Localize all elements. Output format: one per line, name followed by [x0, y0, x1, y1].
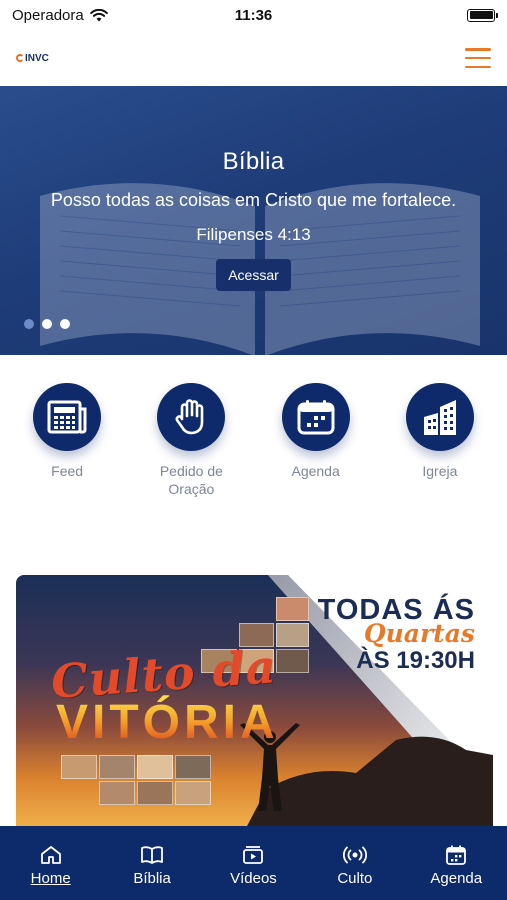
- collage-photo: [276, 649, 309, 673]
- shortcut-label: Agenda: [291, 463, 340, 479]
- app-screen: Operadora 11:36 INVC Bíblia Posso todas …: [0, 0, 507, 900]
- bottom-tab-bar: Home Bíblia Vídeos Culto Agenda: [0, 826, 507, 900]
- wifi-icon: [89, 8, 108, 21]
- video-icon: [243, 846, 264, 864]
- tab-home[interactable]: Home: [6, 844, 96, 887]
- menu-line-icon: [465, 65, 491, 68]
- tab-label: Bíblia: [133, 870, 171, 887]
- banner-line-3: ÀS 19:30H: [356, 647, 475, 674]
- shortcut-agenda[interactable]: Agenda: [261, 383, 371, 498]
- shortcut-agenda-circle: [281, 383, 350, 451]
- status-bar: Operadora 11:36: [0, 0, 507, 30]
- hero-verse: Posso todas as coisas em Cristo que me f…: [50, 190, 457, 210]
- carousel-dot-3[interactable]: [60, 319, 70, 329]
- collage-photo: [175, 781, 211, 805]
- shortcut-church-circle: [405, 383, 474, 451]
- calendar-icon: [297, 400, 335, 435]
- hamburger-menu-button[interactable]: [465, 48, 491, 68]
- shortcut-label: Feed: [51, 463, 84, 479]
- collage-photo: [61, 755, 97, 779]
- hero-verse-reference: Filipenses 4:13: [196, 225, 311, 244]
- menu-line-icon: [465, 56, 491, 60]
- tab-videos[interactable]: Vídeos: [208, 844, 298, 887]
- calendar-icon: [446, 845, 467, 865]
- access-bible-button[interactable]: Acessar: [216, 259, 291, 291]
- shortcut-prayer-circle: [157, 383, 226, 451]
- shortcut-label: Igreja: [422, 463, 458, 479]
- app-header: INVC: [0, 30, 507, 86]
- collage-photo: [99, 781, 135, 805]
- shortcut-prayer-request[interactable]: Pedido de Oração: [136, 383, 246, 498]
- home-icon: [40, 846, 61, 864]
- tab-label: Culto: [337, 870, 373, 887]
- logo-mark-icon: [16, 54, 24, 62]
- collage-photo: [137, 755, 173, 779]
- shortcut-grid: Feed Pedido de Oração Agenda Igreja: [0, 383, 507, 498]
- tab-label: Home: [30, 870, 71, 887]
- banner-title-bold: VITÓRIA: [56, 696, 279, 749]
- collage-photo: [276, 623, 309, 647]
- church-logo[interactable]: INVC: [16, 53, 49, 64]
- banner-schedule-text: TODAS ÁS Quartas ÀS 19:30H: [318, 595, 475, 675]
- status-left: Operadora: [12, 7, 108, 24]
- hero-carousel[interactable]: Bíblia Posso todas as coisas em Cristo q…: [0, 86, 507, 355]
- carrier-name: Operadora: [12, 6, 84, 24]
- carousel-dot-2[interactable]: [42, 319, 52, 329]
- shortcut-feed[interactable]: Feed: [12, 383, 122, 498]
- shortcut-feed-circle: [33, 383, 102, 451]
- hero-content: Bíblia Posso todas as coisas em Cristo q…: [0, 148, 507, 291]
- live-broadcast-icon: [342, 846, 367, 864]
- buildings-icon: [423, 400, 456, 435]
- newspaper-icon: [47, 400, 87, 434]
- menu-line-icon: [465, 48, 491, 51]
- photo-collage-bottom: [61, 755, 211, 825]
- tab-label: Vídeos: [230, 870, 277, 887]
- tab-culto[interactable]: Culto: [310, 844, 400, 887]
- raised-hand-icon: [175, 399, 204, 435]
- collage-photo: [276, 597, 309, 621]
- collage-photo: [99, 755, 135, 779]
- tab-agenda[interactable]: Agenda: [411, 844, 501, 887]
- logo-text: INVC: [25, 52, 49, 64]
- carousel-dot-1[interactable]: [24, 319, 34, 329]
- book-icon: [141, 846, 163, 864]
- hero-title: Bíblia: [222, 148, 285, 175]
- shortcut-label: Pedido de Oração: [159, 463, 223, 497]
- tab-bible[interactable]: Bíblia: [107, 844, 197, 887]
- collage-photo: [175, 755, 211, 779]
- event-banner[interactable]: TODAS ÁS Quartas ÀS 19:30H Culto da VITÓ…: [16, 575, 493, 828]
- shortcut-church[interactable]: Igreja: [385, 383, 495, 498]
- collage-photo: [137, 781, 173, 805]
- tab-label: Agenda: [430, 870, 483, 887]
- carousel-pagination: [24, 319, 70, 329]
- battery-icon: [467, 8, 498, 22]
